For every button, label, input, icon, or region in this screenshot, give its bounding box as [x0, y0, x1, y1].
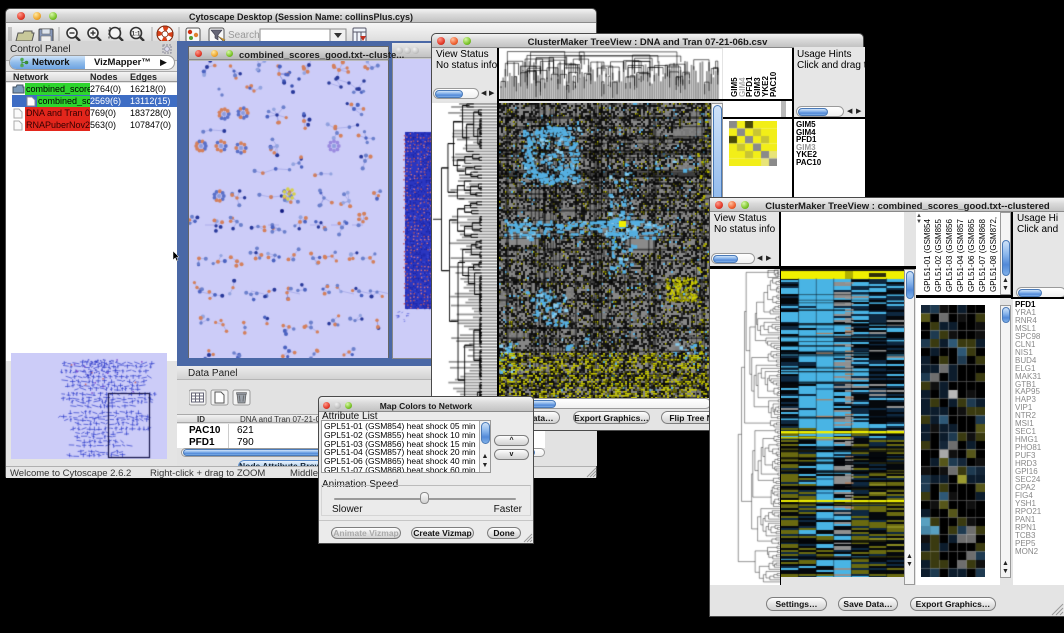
- svg-text:Search:: Search:: [228, 30, 262, 41]
- svg-text:1:1: 1:1: [132, 32, 141, 38]
